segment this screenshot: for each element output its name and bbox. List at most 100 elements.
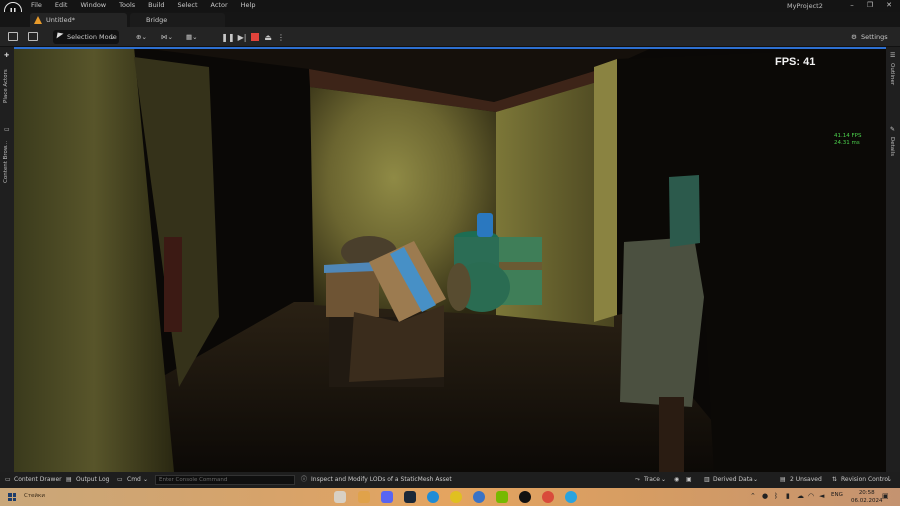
chevron-down-icon: ⌄ xyxy=(887,476,893,483)
content-browser-tab[interactable]: Content Brow... xyxy=(3,137,9,183)
nvidia-icon[interactable] xyxy=(496,491,508,503)
content-drawer-icon: ▭ xyxy=(5,476,11,483)
viewport-focus-border xyxy=(14,47,886,49)
trace-button[interactable]: Trace xyxy=(644,472,660,488)
bluetooth-icon[interactable]: ᛒ xyxy=(774,492,778,500)
step-icon[interactable]: ▶| xyxy=(236,30,248,44)
wifi-icon[interactable]: ◠ xyxy=(808,492,814,500)
menu-build[interactable]: Build xyxy=(148,0,170,12)
file-explorer-icon[interactable] xyxy=(334,491,346,503)
chevron-down-icon: ⌄ xyxy=(143,476,149,483)
status-bar: ▭ Content Drawer ▤ Output Log ▭ Cmd ⌄ En… xyxy=(0,472,900,488)
clock-time: 20:58 xyxy=(858,490,875,496)
close-icon[interactable]: ✕ xyxy=(883,1,895,9)
outliner-tab[interactable]: Outliner xyxy=(889,63,895,89)
steam-icon[interactable] xyxy=(404,491,416,503)
eject-icon[interactable]: ⏏ xyxy=(262,30,274,44)
details-tab[interactable]: Details xyxy=(889,137,895,161)
menu-select[interactable]: Select xyxy=(177,0,203,12)
maximize-icon[interactable]: ❐ xyxy=(864,1,876,9)
chrome-icon[interactable] xyxy=(450,491,462,503)
menu-tools[interactable]: Tools xyxy=(119,0,141,12)
scene-render xyxy=(14,47,886,472)
menu-help[interactable]: Help xyxy=(241,0,262,12)
search-box[interactable]: Стейки xyxy=(24,493,45,499)
outliner-icon: ☰ xyxy=(890,52,896,59)
folder-icon[interactable] xyxy=(358,491,370,503)
menu-edit[interactable]: Edit xyxy=(55,0,74,12)
tab-bridge[interactable]: Bridge xyxy=(130,13,225,27)
browser-icon[interactable] xyxy=(473,491,485,503)
unreal-engine-icon[interactable] xyxy=(519,491,531,503)
windows-start-icon[interactable] xyxy=(8,493,16,501)
chevron-down-icon: ⌄ xyxy=(109,33,115,41)
revision-control-icon: ⇅ xyxy=(832,476,838,483)
left-side-panel: ✚ Place Actors ▭ Content Brow... xyxy=(0,47,14,472)
windows-taskbar: Стейки ⌃ ● ᛒ ▮ ☁ ◠ ◄ ENG 20:58 06.02.202… xyxy=(0,488,900,506)
main-toolbar: Selection Mode ⌄ ⊕⌄ ⋈⌄ ▦⌄ ❚❚ ▶| ⏏ ⋮ ⚙ Se… xyxy=(0,27,900,47)
settings-button[interactable]: ⚙ Settings xyxy=(851,30,897,44)
cmd-dropdown[interactable]: Cmd xyxy=(127,472,141,488)
place-actors-icon: ✚ xyxy=(4,52,10,59)
chevron-up-icon[interactable]: ⌃ xyxy=(750,492,756,500)
info-icon: ⓘ xyxy=(301,476,308,483)
screenshot-icon[interactable]: ▣ xyxy=(686,472,692,488)
stop-icon xyxy=(251,33,259,41)
place-actors-tab[interactable]: Place Actors xyxy=(3,63,9,103)
usb-icon[interactable]: ▮ xyxy=(786,492,790,500)
settings-label: Settings xyxy=(861,33,888,41)
unsaved-button[interactable]: 2 Unsaved xyxy=(790,472,822,488)
status-hint: Inspect and Modify LODs of a StaticMesh … xyxy=(311,476,452,483)
stat-fps-value: 41.14 FPS xyxy=(834,133,862,139)
telegram-icon[interactable] xyxy=(565,491,577,503)
folder-icon: ▭ xyxy=(4,126,10,133)
revision-control-button[interactable]: Revision Control xyxy=(841,472,890,488)
menu-bar: File Edit Window Tools Build Select Acto… xyxy=(0,0,900,12)
trace-icon: ⤳ xyxy=(635,476,640,483)
more-options-icon[interactable]: ⋮ xyxy=(275,30,287,44)
level-icon xyxy=(34,16,42,24)
tray-app-icon[interactable]: ● xyxy=(762,492,768,500)
tab-untitled[interactable]: Untitled* xyxy=(30,13,127,27)
chevron-down-icon: ⌄ xyxy=(753,476,759,483)
input-language[interactable]: ENG xyxy=(831,492,843,498)
cmd-icon: ▭ xyxy=(117,476,123,483)
right-pillar xyxy=(594,59,617,322)
menu-window[interactable]: Window xyxy=(80,0,112,12)
derived-data-button[interactable]: Derived Data xyxy=(713,472,753,488)
level-viewport[interactable]: FPS: 41 41.14 FPS 24.31 ms xyxy=(14,47,886,472)
menu-file[interactable]: File xyxy=(31,0,48,12)
crate xyxy=(659,397,684,472)
barrel-band xyxy=(499,262,542,270)
output-log-button[interactable]: Output Log xyxy=(76,472,109,488)
project-name: MyProject2 xyxy=(787,2,823,10)
save-icon[interactable] xyxy=(8,32,18,41)
main-menu: File Edit Window Tools Build Select Acto… xyxy=(31,0,268,12)
console-command-input[interactable]: Enter Console Command xyxy=(155,475,295,485)
minimize-icon[interactable]: – xyxy=(846,1,858,9)
blue-bottle xyxy=(477,213,493,237)
unsaved-icon: ▤ xyxy=(780,476,786,483)
details-icon: ✎ xyxy=(890,126,896,133)
discord-icon[interactable] xyxy=(381,491,393,503)
cinematics-icon[interactable]: ▦⌄ xyxy=(186,30,198,44)
add-actor-icon[interactable]: ⊕⌄ xyxy=(136,30,147,44)
selection-mode-dropdown[interactable]: Selection Mode ⌄ xyxy=(53,30,119,44)
blueprint-icon[interactable]: ⋈⌄ xyxy=(161,30,173,44)
chrome-icon[interactable] xyxy=(542,491,554,503)
clock-date: 06.02.2024 xyxy=(851,498,883,504)
record-icon[interactable]: ◉ xyxy=(674,472,679,488)
gear-icon: ⚙ xyxy=(851,33,857,41)
derived-data-icon: ▥ xyxy=(704,476,710,483)
content-browser-icon[interactable] xyxy=(28,32,38,41)
content-drawer-button[interactable]: Content Drawer xyxy=(14,472,62,488)
menu-actor[interactable]: Actor xyxy=(211,0,234,12)
notifications-icon[interactable]: ▣ xyxy=(882,492,889,500)
volume-icon[interactable]: ◄ xyxy=(819,492,824,500)
stop-button[interactable] xyxy=(249,30,261,44)
stat-fps: 41.14 FPS 24.31 ms xyxy=(834,133,861,147)
edge-icon[interactable] xyxy=(427,491,439,503)
pause-icon[interactable]: ❚❚ xyxy=(221,30,234,44)
clock[interactable]: 20:58 06.02.2024 xyxy=(851,489,883,505)
cloud-icon[interactable]: ☁ xyxy=(797,492,804,500)
